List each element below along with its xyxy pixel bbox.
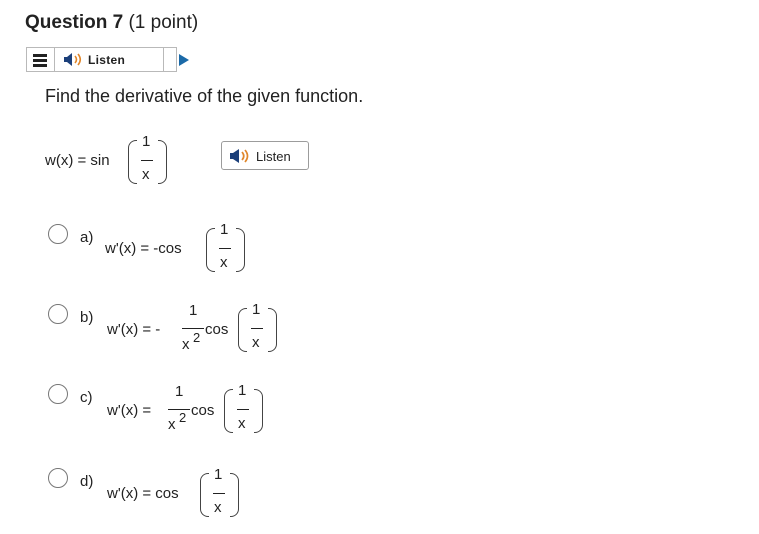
option-a-lhs: w'(x) = -cos bbox=[105, 240, 182, 257]
option-a-arg-denominator: x bbox=[220, 254, 228, 271]
option-c-coef-exponent: 2 bbox=[179, 410, 187, 425]
speaker-icon bbox=[230, 149, 249, 163]
option-c-radio[interactable] bbox=[48, 384, 68, 404]
option-d-lhs: w'(x) = cos bbox=[107, 485, 179, 502]
option-a-radio[interactable] bbox=[48, 224, 68, 244]
option-a-arg-numerator: 1 bbox=[220, 221, 229, 238]
option-b-coef-denominator: x bbox=[182, 336, 190, 353]
option-c-lhs: w'(x) = bbox=[107, 402, 152, 419]
option-c-arg-numerator: 1 bbox=[238, 382, 247, 399]
option-c-coef-numerator: 1 bbox=[175, 383, 184, 400]
function-denominator: x bbox=[142, 166, 150, 183]
option-b-func: cos bbox=[205, 321, 229, 338]
option-b-lhs: w'(x) = - bbox=[107, 321, 161, 338]
listen-button[interactable]: Listen bbox=[221, 141, 309, 170]
option-d-arg-denominator: x bbox=[214, 499, 222, 516]
function-lhs: w(x) = sin bbox=[45, 152, 110, 169]
option-c-arg-denominator: x bbox=[238, 415, 246, 432]
option-b-radio[interactable] bbox=[48, 304, 68, 324]
given-function: w(x) = sin 1 x bbox=[0, 0, 320, 200]
option-c-func: cos bbox=[191, 402, 215, 419]
option-b-arg-denominator: x bbox=[252, 334, 260, 351]
option-b-letter: b) bbox=[80, 309, 94, 326]
option-b-coef-numerator: 1 bbox=[189, 302, 198, 319]
option-d-radio[interactable] bbox=[48, 468, 68, 488]
option-b-coef-exponent: 2 bbox=[193, 330, 201, 345]
option-c-coef-denominator: x bbox=[168, 416, 176, 433]
listen-button-label: Listen bbox=[256, 149, 291, 164]
option-d-letter: d) bbox=[80, 473, 94, 490]
option-d-arg-numerator: 1 bbox=[214, 466, 223, 483]
option-c-letter: c) bbox=[80, 389, 93, 406]
function-numerator: 1 bbox=[142, 133, 151, 150]
option-b-arg-numerator: 1 bbox=[252, 301, 261, 318]
option-a-letter: a) bbox=[80, 229, 94, 246]
